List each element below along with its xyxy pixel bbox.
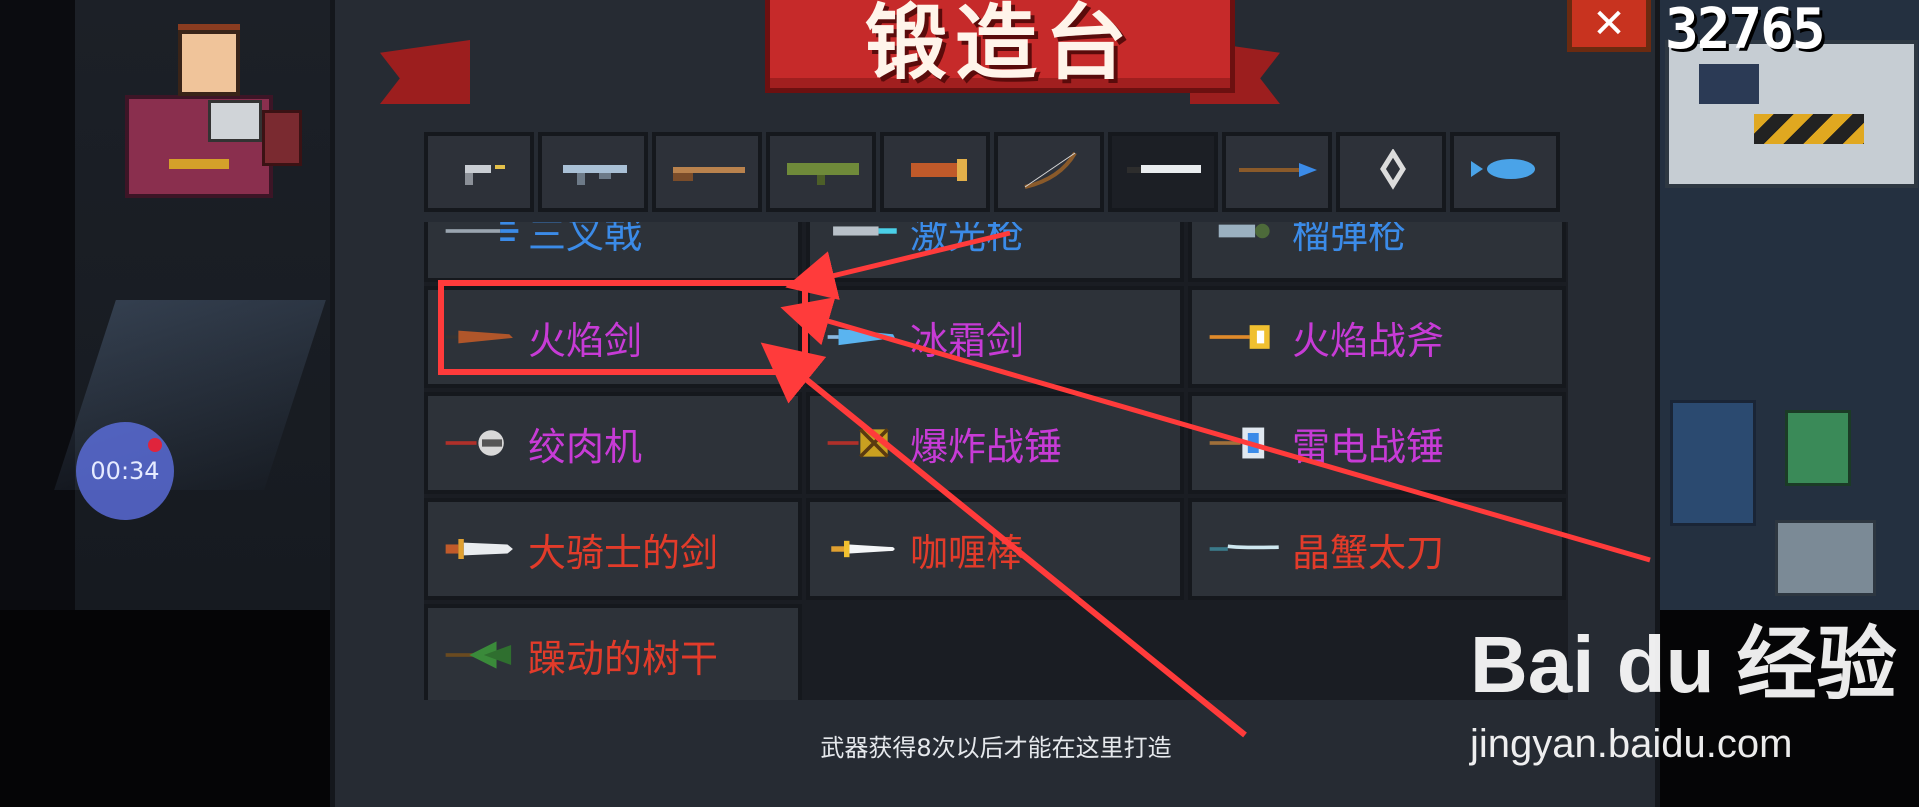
weapon-name: 冰霜剑 <box>910 318 1025 363</box>
recording-timer: 00:34 <box>76 422 174 520</box>
weapon-name: 爆炸战锤 <box>910 424 1063 469</box>
weapon-category-tabs <box>424 132 1560 212</box>
device <box>1775 520 1876 596</box>
weapon-item[interactable]: 榴弹枪 <box>1188 222 1566 282</box>
knight-sword-icon <box>442 529 522 569</box>
weapon-item[interactable]: 三叉戟 <box>424 222 802 282</box>
frost-sword-icon <box>824 317 904 357</box>
fish-icon <box>1461 149 1549 195</box>
weapon-name: 咖喱棒 <box>910 530 1025 575</box>
weapon-name: 榴弹枪 <box>1292 222 1407 257</box>
gem-score: 32765 <box>1665 0 1826 62</box>
cannon-icon <box>891 149 979 195</box>
close-icon: ✕ <box>1592 0 1626 47</box>
weapon-item[interactable]: 冰霜剑 <box>806 286 1184 388</box>
recording-dot-icon <box>148 438 162 452</box>
weapon-name: 晶蟹太刀 <box>1292 530 1445 575</box>
spear-icon <box>1233 149 1321 195</box>
category-tab-7[interactable] <box>1222 132 1332 212</box>
crab-katana-icon <box>1206 529 1286 569</box>
category-tab-6[interactable] <box>1108 132 1218 212</box>
tree-trunk-icon <box>442 635 522 675</box>
weapon-item[interactable]: 激光枪 <box>806 222 1184 282</box>
weapon-name: 激光枪 <box>910 222 1025 257</box>
weapon-item[interactable]: 绞肉机 <box>424 392 802 494</box>
category-tab-9[interactable] <box>1450 132 1560 212</box>
weapon-name: 火焰战斧 <box>1292 318 1445 363</box>
weapon-name: 绞肉机 <box>528 424 643 469</box>
excalibur-icon <box>824 529 904 569</box>
weapon-item[interactable]: 火焰战斧 <box>1188 286 1566 388</box>
launcher-icon <box>777 149 865 195</box>
category-tab-8[interactable] <box>1336 132 1446 212</box>
category-tab-3[interactable] <box>766 132 876 212</box>
close-button[interactable]: ✕ <box>1567 0 1651 52</box>
weapon-item[interactable]: 咖喱棒 <box>806 498 1184 600</box>
npc-character[interactable] <box>178 30 240 96</box>
weapon-item[interactable]: 爆炸战锤 <box>806 392 1184 494</box>
npc-computer <box>208 100 262 142</box>
weapon-item[interactable]: 大骑士的剑 <box>424 498 802 600</box>
baidu-watermark: Bai du 经验 jingyan.baidu.com <box>1470 600 1910 770</box>
category-tab-5[interactable] <box>994 132 1104 212</box>
forge-title-banner: 锻造台 <box>765 0 1235 93</box>
weapon-name: 躁动的树干 <box>528 636 719 681</box>
sword-icon <box>1119 149 1207 195</box>
bow-icon <box>1005 149 1093 195</box>
pistol-icon <box>435 149 523 195</box>
flame-axe-icon <box>1206 317 1286 357</box>
machine <box>1665 40 1918 188</box>
weapon-item[interactable]: 躁动的树干 <box>424 604 802 700</box>
rifle-icon <box>549 149 637 195</box>
weapon-name: 雷电战锤 <box>1292 424 1445 469</box>
laser-icon <box>824 222 904 251</box>
weapon-name: 大骑士的剑 <box>528 530 719 575</box>
weapon-item[interactable]: 雷电战锤 <box>1188 392 1566 494</box>
bench <box>1670 400 1756 526</box>
category-tab-1[interactable] <box>538 132 648 212</box>
baidu-logo: Bai du 经验 <box>1470 620 1897 709</box>
chest[interactable] <box>1785 410 1851 486</box>
weapon-item[interactable]: 晶蟹太刀 <box>1188 498 1566 600</box>
grinder-icon <box>442 423 522 463</box>
category-tab-0[interactable] <box>424 132 534 212</box>
category-tab-4[interactable] <box>880 132 990 212</box>
forge-hint: 武器获得8次以后才能在这里打造 <box>820 734 1172 762</box>
explosive-hammer-icon <box>824 423 904 463</box>
page-title: 锻造台 <box>864 0 1135 91</box>
annotation-highlight-box <box>438 280 808 375</box>
shotgun-icon <box>663 149 751 195</box>
baidu-url: jingyan.baidu.com <box>1470 722 1793 766</box>
timer-text: 00:34 <box>90 457 160 485</box>
shuriken-icon <box>1347 148 1435 195</box>
weapon-name: 三叉戟 <box>528 222 643 257</box>
grenade-icon <box>1206 222 1286 251</box>
trident-icon <box>442 222 522 251</box>
npc-bag <box>262 110 302 166</box>
thunder-hammer-icon <box>1206 423 1286 463</box>
category-tab-2[interactable] <box>652 132 762 212</box>
